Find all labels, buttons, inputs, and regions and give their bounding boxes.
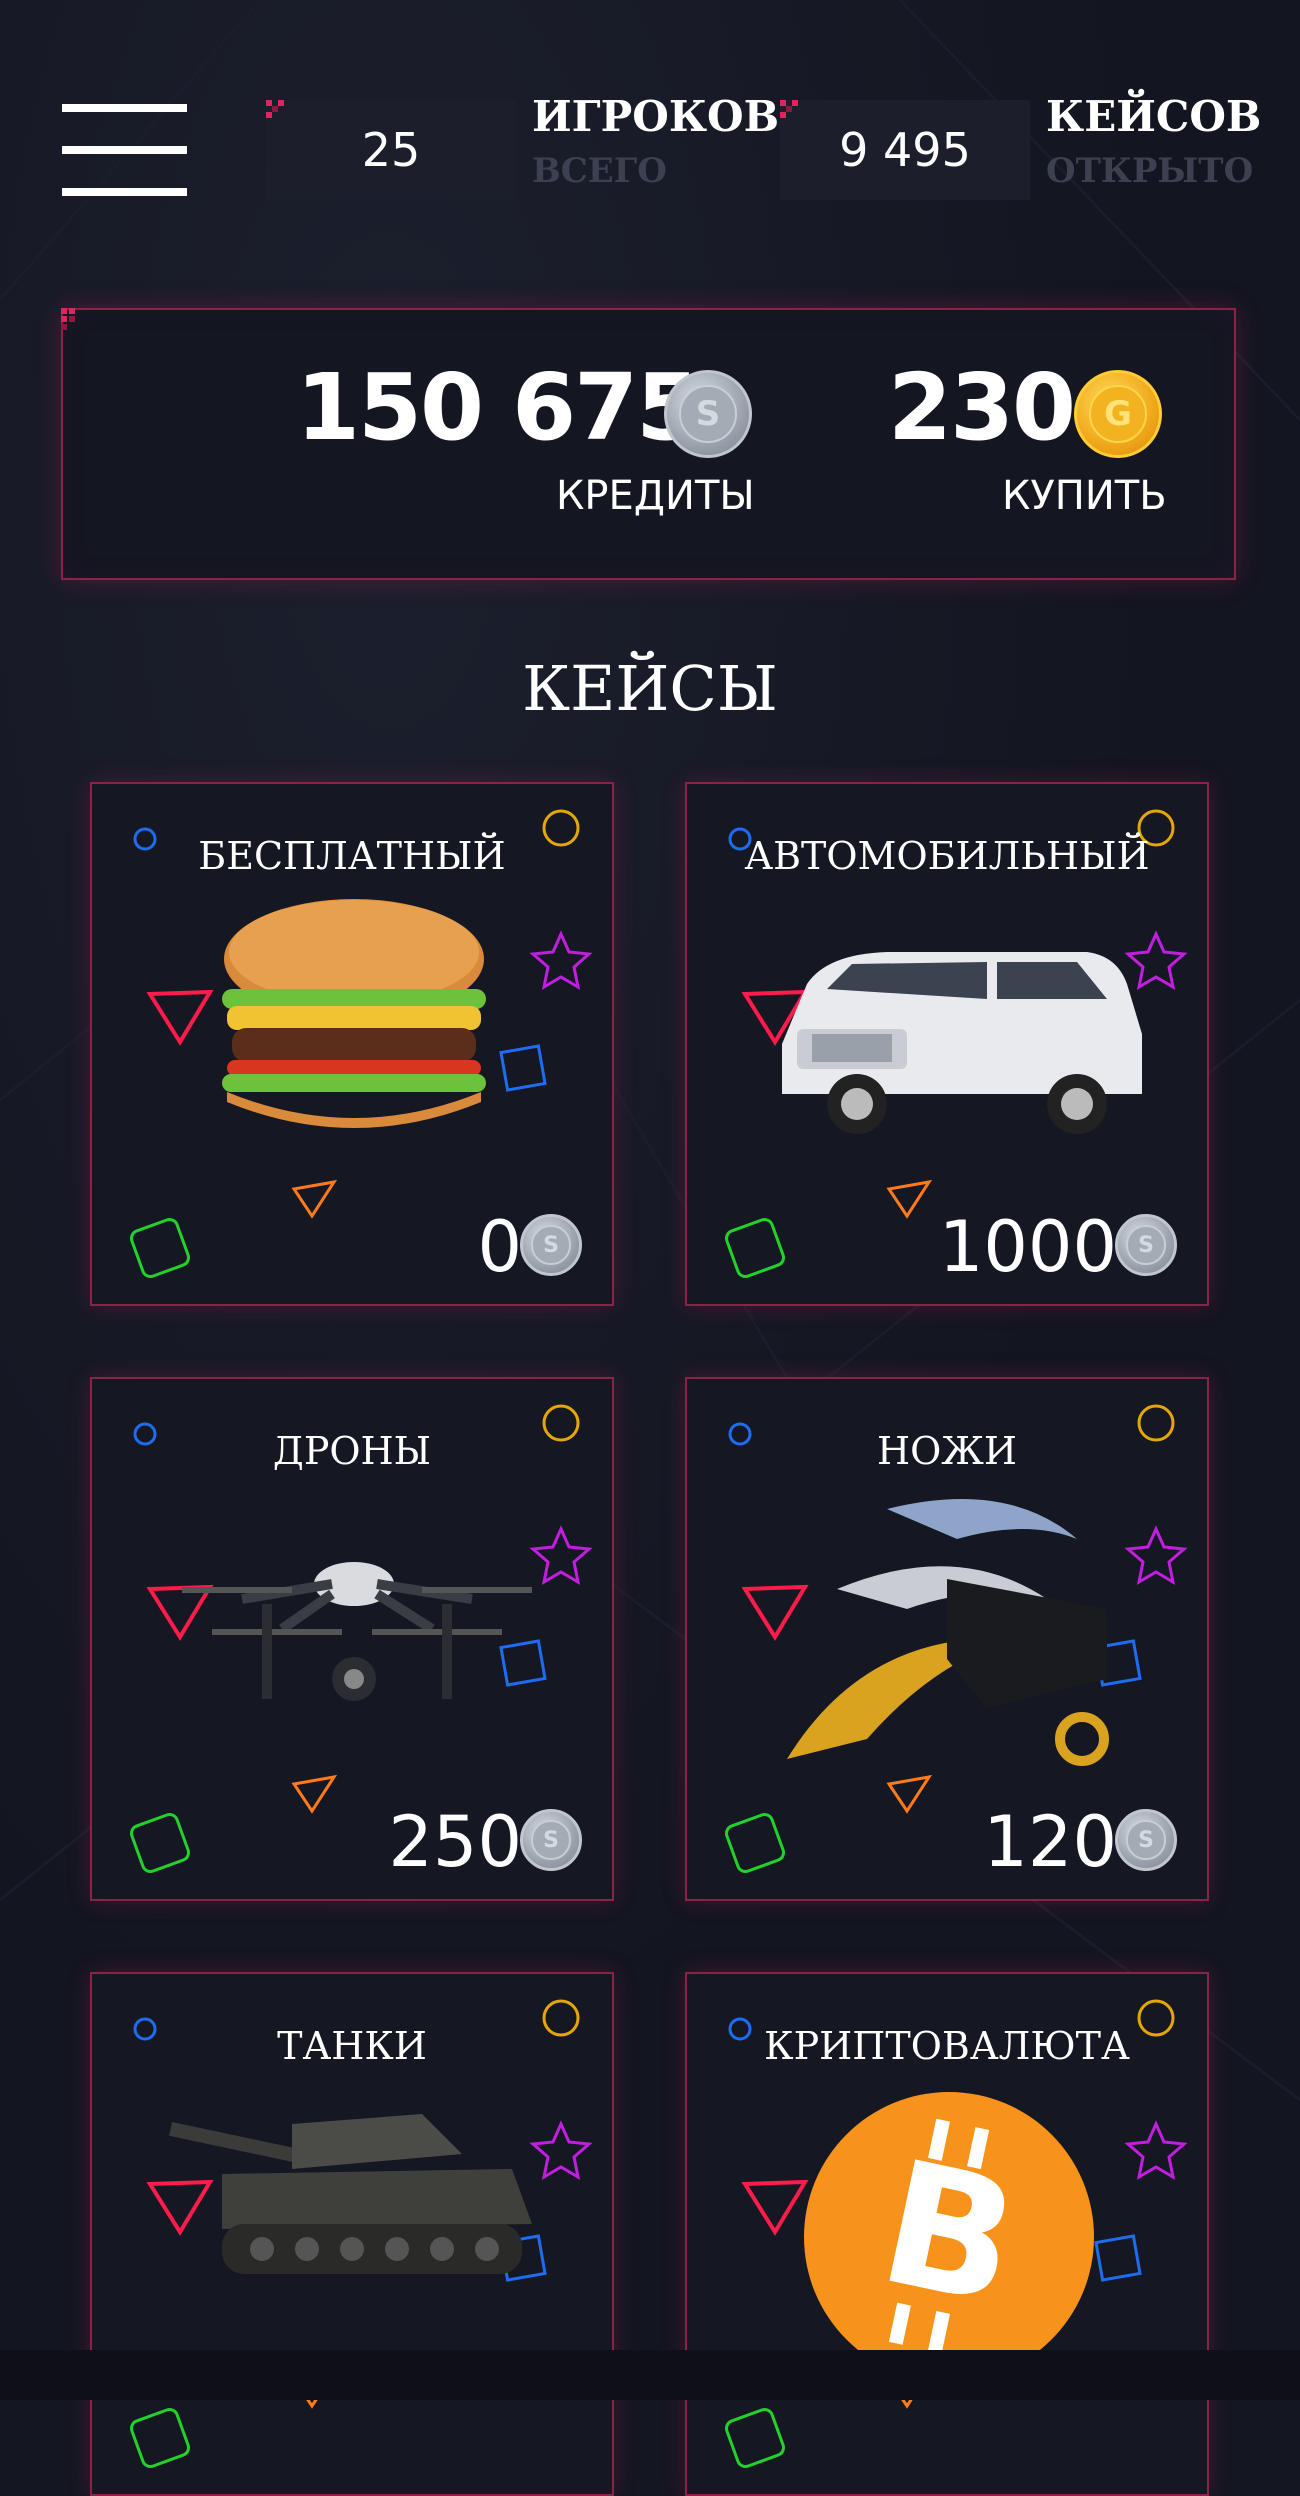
players-count: 25 bbox=[361, 123, 421, 177]
pixel-corner-decoration bbox=[61, 308, 85, 332]
case-card[interactable]: B КРИПТОВАЛЮТА bbox=[685, 1972, 1209, 2496]
hamburger-icon-line bbox=[62, 146, 187, 154]
case-card[interactable]: НОЖИ 120 S bbox=[685, 1377, 1209, 1901]
pixel-corner-decoration bbox=[266, 100, 284, 118]
case-price: 1000 bbox=[938, 1206, 1117, 1288]
case-title: НОЖИ bbox=[876, 1429, 1018, 1473]
case-card[interactable]: ТАНКИ bbox=[90, 1972, 614, 2496]
hamburger-icon-line bbox=[62, 188, 187, 196]
gold-amount: 230 bbox=[888, 354, 1076, 461]
section-title: КЕЙСЫ bbox=[522, 652, 778, 725]
case-card[interactable]: БЕСПЛАТНЫЙ 0 S bbox=[90, 782, 614, 1306]
silver-coin-icon: S bbox=[664, 370, 752, 458]
case-title: ТАНКИ bbox=[277, 2024, 427, 2068]
case-price: 0 bbox=[477, 1206, 522, 1288]
case-card[interactable]: ДРОНЫ 250 S bbox=[90, 1377, 614, 1901]
bottom-bar bbox=[0, 2350, 1300, 2400]
silver-coin-letter: S bbox=[1126, 1225, 1166, 1265]
case-card[interactable]: АВТОМОБИЛЬНЫЙ 1000 S bbox=[685, 782, 1209, 1306]
silver-coin-icon: S bbox=[520, 1214, 582, 1276]
players-label-top: ИГРОКОВ bbox=[532, 92, 780, 141]
silver-coin-letter: S bbox=[679, 385, 737, 443]
menu-button[interactable] bbox=[62, 104, 187, 196]
pixel-corner-decoration bbox=[780, 100, 798, 118]
cases-label: КЕЙСОВ ОТКРЫТО bbox=[1046, 92, 1262, 191]
case-title: ДРОНЫ bbox=[272, 1429, 432, 1473]
silver-coin-letter: S bbox=[531, 1225, 571, 1265]
buy-button[interactable]: КУПИТЬ bbox=[1002, 476, 1167, 516]
case-title: БЕСПЛАТНЫЙ bbox=[198, 834, 506, 878]
players-label-bottom: ВСЕГО bbox=[532, 151, 667, 191]
silver-coin-icon: S bbox=[520, 1809, 582, 1871]
silver-coin-icon: S bbox=[1115, 1214, 1177, 1276]
players-label: ИГРОКОВ ВСЕГО bbox=[532, 92, 780, 191]
case-price: 120 bbox=[983, 1801, 1117, 1883]
hamburger-icon-line bbox=[62, 104, 187, 112]
case-title: АВТОМОБИЛЬНЫЙ bbox=[744, 834, 1150, 878]
cases-count-box: 9 495 bbox=[780, 100, 1030, 200]
credits-label: КРЕДИТЫ bbox=[556, 473, 755, 519]
silver-coin-letter: S bbox=[531, 1820, 571, 1860]
gold-coin-letter: G bbox=[1089, 385, 1147, 443]
case-price: 250 bbox=[388, 1801, 522, 1883]
silver-coin-icon: S bbox=[1115, 1809, 1177, 1871]
players-count-box: 25 bbox=[266, 100, 516, 200]
cases-label-bottom: ОТКРЫТО bbox=[1046, 151, 1254, 191]
credits-amount: 150 675 bbox=[296, 354, 700, 461]
cases-label-top: КЕЙСОВ bbox=[1046, 92, 1262, 141]
case-title: КРИПТОВАЛЮТА bbox=[764, 2024, 1130, 2068]
gold-coin-icon[interactable]: G bbox=[1074, 370, 1162, 458]
silver-coin-letter: S bbox=[1126, 1820, 1166, 1860]
cases-opened-count: 9 495 bbox=[839, 123, 971, 177]
